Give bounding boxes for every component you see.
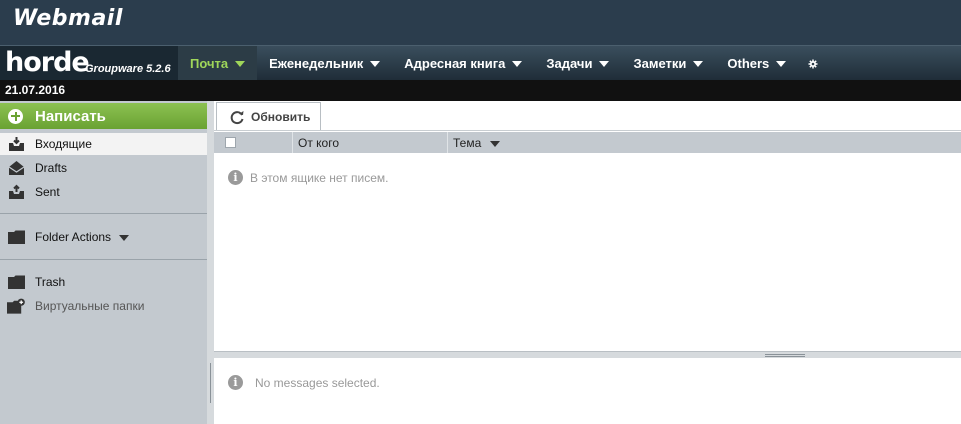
no-selection-text: No messages selected. bbox=[255, 375, 380, 390]
mail-main-pane: Обновить От кого Тема i В этом ящике нет… bbox=[214, 101, 961, 424]
brand-version: Groupware 5.2.6 bbox=[85, 63, 171, 75]
current-date: 21.07.2016 bbox=[5, 83, 66, 97]
divider bbox=[0, 213, 207, 214]
column-from-label: От кого bbox=[298, 136, 340, 150]
chevron-down-icon bbox=[370, 61, 381, 67]
folder-sent[interactable]: Sent bbox=[0, 181, 207, 203]
refresh-label: Обновить bbox=[251, 109, 311, 124]
column-subject[interactable]: Тема bbox=[447, 132, 501, 153]
inbox-icon bbox=[7, 136, 25, 152]
menu-label: Еженедельник bbox=[269, 56, 364, 71]
message-list-header: От кого Тема bbox=[214, 132, 961, 153]
folder-label: Sent bbox=[35, 185, 60, 199]
sidebar: Написать Входящие Drafts Sent Folder Act… bbox=[0, 101, 207, 424]
menu-tasks[interactable]: Задачи bbox=[534, 46, 621, 81]
folder-add-icon bbox=[7, 298, 25, 314]
brand-name: horde bbox=[5, 47, 90, 78]
folder-trash[interactable]: Trash bbox=[0, 271, 207, 293]
menu-label: Others bbox=[727, 56, 770, 71]
folder-actions-menu[interactable]: Folder Actions bbox=[0, 226, 207, 248]
grip bbox=[765, 354, 805, 355]
drafts-icon bbox=[7, 160, 25, 176]
folder-icon bbox=[7, 274, 25, 290]
plus-circle-icon bbox=[8, 108, 23, 124]
app-menu: Почта Еженедельник Адресная книга Задачи… bbox=[178, 46, 828, 81]
menu-address-book[interactable]: Адресная книга bbox=[392, 46, 534, 81]
column-subject-label: Тема bbox=[453, 136, 482, 150]
divider bbox=[0, 259, 207, 260]
menu-label: Заметки bbox=[633, 56, 687, 71]
select-all-checkbox[interactable] bbox=[225, 137, 236, 148]
column-from[interactable]: От кого bbox=[292, 132, 339, 153]
main-menu-bar: horde Groupware 5.2.6 Почта Еженедельник… bbox=[0, 45, 961, 81]
chevron-down-icon bbox=[693, 61, 704, 67]
date-bar: 21.07.2016 bbox=[0, 80, 961, 101]
folder-icon bbox=[7, 229, 25, 245]
gear-icon bbox=[808, 59, 818, 68]
chevron-down-icon bbox=[776, 61, 787, 67]
info-icon: i bbox=[228, 170, 243, 185]
grip bbox=[210, 363, 211, 403]
settings-button[interactable] bbox=[798, 46, 828, 81]
top-banner: Webmail bbox=[0, 0, 961, 45]
sort-down-icon bbox=[490, 141, 501, 147]
refresh-button[interactable]: Обновить bbox=[216, 102, 322, 130]
menu-calendar[interactable]: Еженедельник bbox=[257, 46, 392, 81]
preview-pane: i No messages selected. bbox=[214, 358, 961, 424]
compose-label: Написать bbox=[35, 107, 106, 125]
folder-inbox[interactable]: Входящие bbox=[0, 133, 207, 155]
refresh-icon bbox=[230, 110, 244, 124]
preview-resize-handle[interactable] bbox=[214, 351, 961, 358]
chevron-down-icon bbox=[119, 234, 130, 241]
chevron-down-icon bbox=[512, 61, 523, 67]
info-icon: i bbox=[228, 375, 243, 390]
mail-toolbar: Обновить bbox=[214, 101, 961, 131]
folder-label: Входящие bbox=[35, 137, 92, 151]
chevron-down-icon bbox=[599, 61, 610, 67]
sidebar-resize-handle[interactable] bbox=[207, 101, 214, 424]
folder-label: Trash bbox=[35, 275, 66, 289]
empty-mailbox-notice: i В этом ящике нет писем. bbox=[228, 170, 388, 185]
no-selection-notice: i No messages selected. bbox=[228, 375, 380, 390]
folder-label: Виртуальные папки bbox=[35, 299, 145, 313]
empty-mailbox-text: В этом ящике нет писем. bbox=[250, 170, 389, 185]
sent-icon bbox=[7, 184, 25, 200]
webmail-logo: Webmail bbox=[13, 6, 123, 31]
folder-actions-label: Folder Actions bbox=[35, 230, 112, 244]
folder-virtual[interactable]: Виртуальные папки bbox=[0, 295, 207, 317]
menu-label: Почта bbox=[190, 56, 229, 71]
chevron-down-icon bbox=[235, 61, 246, 67]
menu-notes[interactable]: Заметки bbox=[621, 46, 715, 81]
menu-label: Задачи bbox=[546, 56, 593, 71]
folder-drafts[interactable]: Drafts bbox=[0, 157, 207, 179]
folder-label: Drafts bbox=[35, 161, 68, 175]
horde-brand[interactable]: horde Groupware 5.2.6 bbox=[0, 46, 178, 81]
menu-label: Адресная книга bbox=[404, 56, 506, 71]
menu-others[interactable]: Others bbox=[715, 46, 798, 81]
menu-mail[interactable]: Почта bbox=[178, 46, 258, 81]
compose-button[interactable]: Написать bbox=[0, 103, 207, 129]
